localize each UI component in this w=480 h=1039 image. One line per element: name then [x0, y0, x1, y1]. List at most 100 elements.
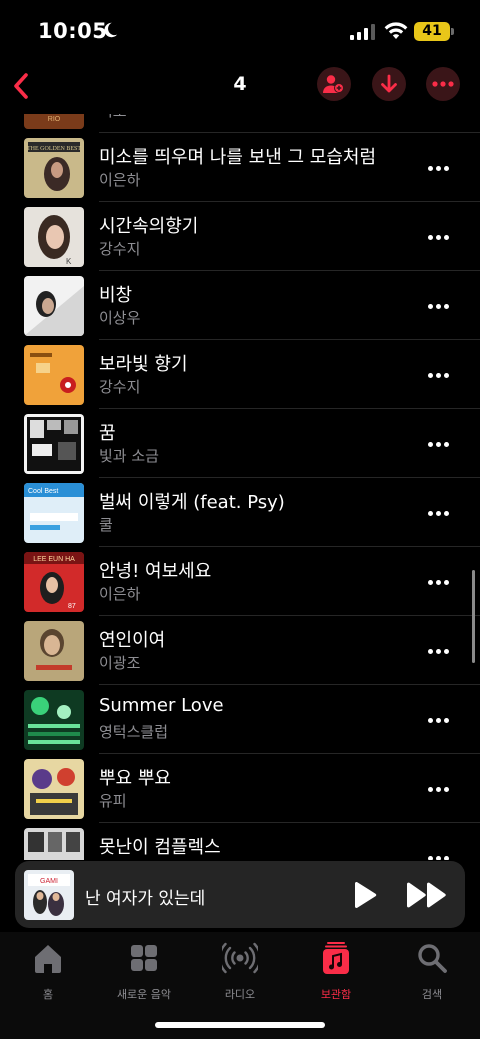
tab-label: 새로운 음악: [116, 988, 172, 1001]
tab-new-music[interactable]: 새로운 음악: [96, 940, 192, 1002]
song-title: 연인이여: [99, 630, 166, 651]
svg-text:K: K: [66, 257, 72, 266]
more-button[interactable]: [420, 362, 456, 388]
song-artist: 쿨: [99, 516, 113, 534]
person-add-icon: [323, 75, 344, 93]
moon-icon: [104, 22, 118, 38]
more-button[interactable]: [420, 569, 456, 595]
status-bar: 10:05 41: [0, 0, 480, 60]
svg-text:87: 87: [68, 603, 76, 610]
tab-label: 홈: [42, 988, 54, 1001]
tab-label: 라디오: [224, 988, 256, 1001]
page-title: 4: [233, 73, 247, 95]
song-title: 미소를 띄우며 나를 보낸 그 모습처럼: [99, 147, 377, 168]
more-button[interactable]: [420, 500, 456, 526]
now-playing-title: 난 여자가 있는데: [85, 889, 206, 909]
tab-search[interactable]: 검색: [384, 940, 480, 1002]
tab-label: 보관함: [320, 988, 352, 1001]
album-art: RIO: [24, 114, 84, 129]
status-time: 10:05: [38, 19, 108, 43]
song-row[interactable]: K 시간속의향기 강수지: [0, 202, 480, 271]
more-button[interactable]: [420, 845, 456, 860]
more-button[interactable]: [420, 431, 456, 457]
album-art: THE GOLDEN BEST: [24, 138, 84, 198]
album-art: [24, 690, 84, 750]
more-button[interactable]: [420, 707, 456, 733]
play-button[interactable]: [348, 879, 380, 911]
svg-text:Cool Best: Cool Best: [28, 488, 58, 495]
nav-bar: 4: [0, 60, 480, 114]
song-title: 시간속의향기: [99, 216, 199, 237]
song-title: Summer Love: [99, 695, 224, 716]
album-art: [24, 621, 84, 681]
more-options-button[interactable]: [426, 67, 460, 101]
song-row[interactable]: LEE EUN HA 87 안녕! 여보세요 이은하: [0, 547, 480, 616]
tab-home[interactable]: 홈: [0, 940, 96, 1002]
search-icon: [418, 944, 447, 973]
song-artist: 이은하: [99, 585, 141, 603]
song-title: 뿌요 뿌요: [99, 768, 171, 789]
album-art: K: [24, 207, 84, 267]
song-row[interactable]: Cool Best 벌써 이렇게 (feat. Psy) 쿨: [0, 478, 480, 547]
more-button[interactable]: [420, 224, 456, 250]
add-collaborator-button[interactable]: [317, 67, 351, 101]
song-artist: 강수지: [99, 240, 141, 258]
song-row[interactable]: Summer Love 영턱스클럽: [0, 685, 480, 754]
song-row[interactable]: 보라빛 향기 강수지: [0, 340, 480, 409]
home-icon: [35, 945, 61, 973]
svg-text:LEE EUN HA: LEE EUN HA: [33, 556, 75, 563]
tab-radio[interactable]: 라디오: [192, 940, 288, 1002]
album-art: [24, 828, 84, 860]
more-button[interactable]: [420, 776, 456, 802]
song-artist: 이광조: [99, 654, 141, 672]
radio-icon: [218, 942, 262, 974]
back-button[interactable]: [6, 68, 36, 104]
svg-text:RIO: RIO: [48, 116, 61, 123]
album-art: Cool Best: [24, 483, 84, 543]
song-list[interactable]: RIO 리오 THE GOLDEN BEST 미소를 띄우며 나를 보낸 그 모…: [0, 114, 480, 860]
song-artist: 빛과 소금: [99, 447, 159, 465]
song-row[interactable]: THE GOLDEN BEST 미소를 띄우며 나를 보낸 그 모습처럼 이은하: [0, 133, 480, 202]
album-art: [24, 276, 84, 336]
album-art: LEE EUN HA 87: [24, 552, 84, 612]
song-row[interactable]: 못난이 컴플렉스: [0, 823, 480, 860]
song-artist: 이상우: [99, 309, 141, 327]
album-art: [24, 345, 84, 405]
grid-icon: [131, 945, 157, 971]
song-row[interactable]: RIO 리오: [0, 114, 480, 133]
song-artist: 리오: [99, 114, 127, 121]
song-row[interactable]: 뿌요 뿌요 유피: [0, 754, 480, 823]
tab-library[interactable]: 보관함: [288, 940, 384, 1002]
ellipsis-icon: [432, 81, 454, 87]
arrow-down-icon: [381, 74, 397, 93]
song-row[interactable]: 꿈 빛과 소금: [0, 409, 480, 478]
song-row[interactable]: 비창 이상우: [0, 271, 480, 340]
song-title: 못난이 컴플렉스: [99, 837, 221, 858]
mini-player[interactable]: GAMI 난 여자가 있는데: [15, 861, 465, 928]
song-title: 안녕! 여보세요: [99, 561, 212, 582]
scrollbar[interactable]: [472, 570, 475, 663]
more-button[interactable]: [420, 638, 456, 664]
download-button[interactable]: [372, 67, 406, 101]
svg-text:THE GOLDEN BEST: THE GOLDEN BEST: [27, 146, 81, 152]
more-button[interactable]: [420, 155, 456, 181]
fast-forward-button[interactable]: [405, 879, 449, 911]
song-artist: 유피: [99, 792, 127, 810]
cellular-signal-icon: [350, 24, 375, 40]
battery-tip: [451, 28, 454, 35]
svg-text:GAMI: GAMI: [40, 878, 58, 885]
song-row[interactable]: 연인이여 이광조: [0, 616, 480, 685]
song-title: 벌써 이렇게 (feat. Psy): [99, 492, 285, 513]
song-artist: 강수지: [99, 378, 141, 396]
wifi-icon: [384, 22, 408, 39]
now-playing-art: GAMI: [24, 870, 74, 920]
more-button[interactable]: [420, 293, 456, 319]
tab-label: 검색: [421, 988, 443, 1001]
library-icon: [323, 942, 349, 974]
song-title: 보라빛 향기: [99, 354, 188, 375]
chevron-left-icon: [14, 73, 28, 99]
album-art: [24, 414, 84, 474]
song-title: 비창: [99, 285, 133, 306]
song-artist: 이은하: [99, 171, 141, 189]
song-artist: 영턱스클럽: [99, 723, 169, 741]
